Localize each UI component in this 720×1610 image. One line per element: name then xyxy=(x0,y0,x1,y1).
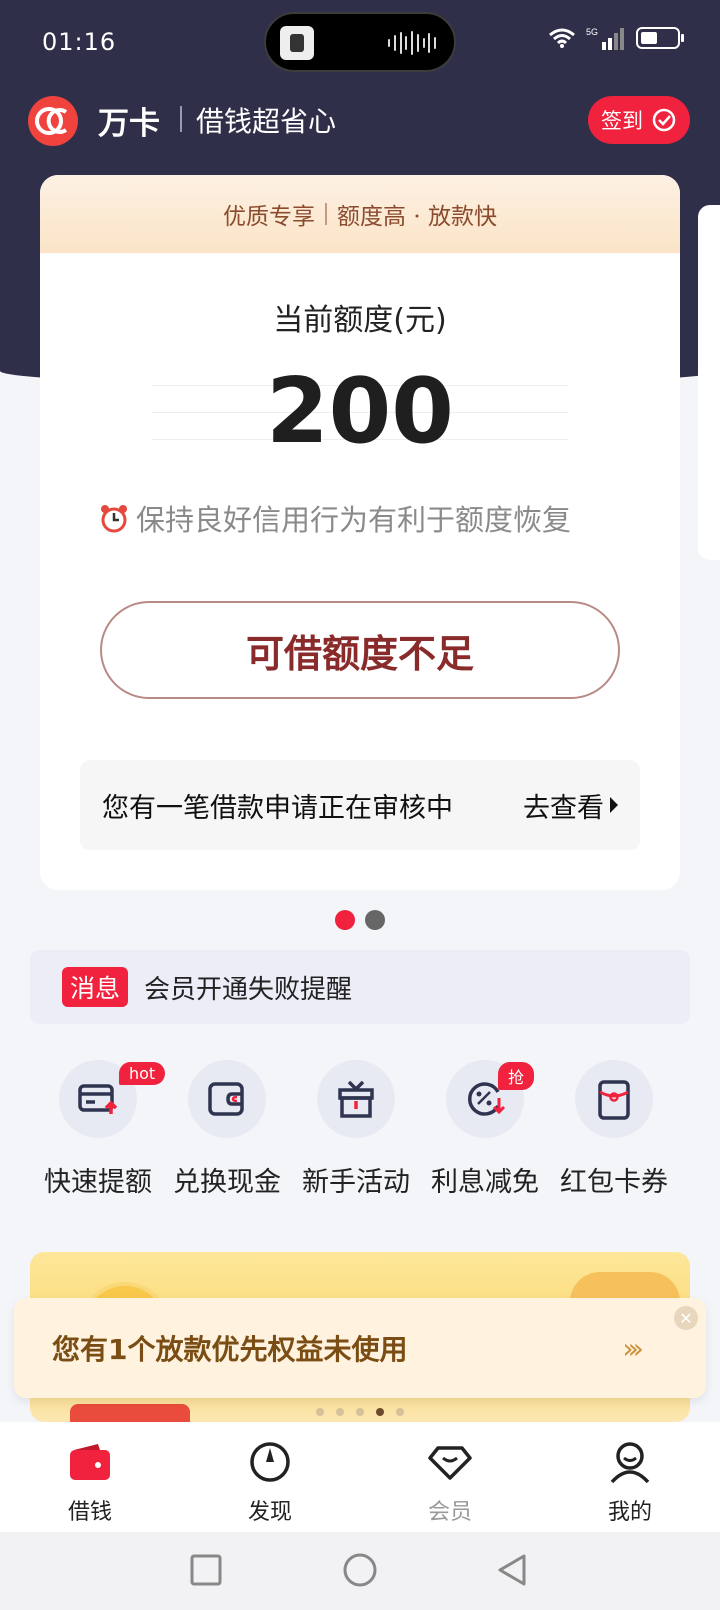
wifi-icon xyxy=(549,28,575,48)
bottom-tab-bar: 借钱 发现 会员 我的 xyxy=(0,1422,720,1532)
recents-square-icon[interactable] xyxy=(188,1552,224,1588)
quick-action-label: 快速提额 xyxy=(44,1167,152,1198)
back-triangle-icon[interactable] xyxy=(494,1552,530,1588)
app-logo-icon xyxy=(28,96,78,146)
quick-action-interest-discount[interactable]: 抢 利息减免 xyxy=(420,1060,550,1200)
pager-dot[interactable] xyxy=(335,910,355,930)
quick-action-coupons[interactable]: 红包卡券 xyxy=(549,1060,679,1200)
next-card-peek[interactable] xyxy=(698,205,720,560)
red-envelope-icon xyxy=(598,1080,630,1120)
check-circle-icon xyxy=(652,108,676,132)
borrow-wallet-icon xyxy=(70,1444,110,1480)
message-text: 会员开通失败提醒 xyxy=(144,974,353,1005)
profile-icon xyxy=(610,1442,650,1484)
promo-dot xyxy=(396,1408,404,1416)
limit-amount: 200 xyxy=(266,359,454,464)
credit-card: 优质专享 额度高 · 放款快 当前额度(元) 200 保持良好信用行为有利于额度… xyxy=(40,175,680,890)
tab-borrow[interactable]: 借钱 xyxy=(0,1422,180,1532)
quick-action-icon-bg xyxy=(575,1060,653,1138)
battery-icon xyxy=(636,27,684,49)
tab-label: 会员 xyxy=(427,1500,472,1525)
borrow-button[interactable]: 可借额度不足 xyxy=(100,601,620,699)
arrow-right-icon xyxy=(610,797,618,813)
message-tag: 消息 xyxy=(62,967,129,1007)
signin-button[interactable]: 签到 xyxy=(588,96,690,144)
alarm-clock-icon xyxy=(101,505,127,533)
app-header: 万卡 借钱超省心 签到 xyxy=(0,90,720,150)
quick-action-newbie[interactable]: 新手活动 xyxy=(291,1060,421,1200)
priority-benefit-bar[interactable]: 您有1个放款优先权益未使用 ››› ✕ xyxy=(14,1298,706,1398)
promo-dot xyxy=(376,1408,384,1416)
status-time: 01:16 xyxy=(42,28,117,56)
banner-left-text: 优质专享 xyxy=(223,204,316,230)
status-bar: 01:16 5G xyxy=(0,0,720,84)
quick-actions: hot 快速提额 兑换现金 新手活动 抢 利息减免 红包卡券 xyxy=(0,1060,720,1200)
quick-action-label: 红包卡券 xyxy=(560,1167,668,1198)
quick-action-label: 新手活动 xyxy=(302,1167,410,1198)
card-up-icon xyxy=(78,1084,118,1114)
gift-icon xyxy=(338,1080,374,1118)
status-icons: 5G xyxy=(548,26,684,50)
diamond-icon xyxy=(428,1446,472,1480)
header-divider xyxy=(180,106,182,132)
compass-icon xyxy=(250,1442,290,1482)
quick-action-icon-bg xyxy=(317,1060,395,1138)
banner-right-text: 额度高 · 放款快 xyxy=(337,204,497,230)
tab-label: 我的 xyxy=(607,1500,652,1525)
quick-action-icon-bg xyxy=(188,1060,266,1138)
chevrons-right-icon: ››› xyxy=(622,1331,643,1365)
network-label: 5G xyxy=(586,27,598,37)
pager-dot[interactable] xyxy=(365,910,385,930)
audio-wave-icon xyxy=(388,30,436,56)
quick-action-label: 兑换现金 xyxy=(173,1167,281,1198)
limit-label: 当前额度(元) xyxy=(273,303,447,338)
grab-badge: 抢 xyxy=(498,1062,535,1090)
wallet-icon xyxy=(208,1082,244,1116)
tab-label: 借钱 xyxy=(67,1500,112,1525)
quick-action-label: 利息减免 xyxy=(431,1167,539,1198)
signal-icon: 5G xyxy=(586,27,624,50)
dynamic-island[interactable] xyxy=(264,12,456,72)
system-nav-bar xyxy=(0,1532,720,1610)
review-link[interactable]: 去查看 xyxy=(523,786,618,825)
close-icon[interactable]: ✕ xyxy=(674,1306,698,1330)
tab-discover[interactable]: 发现 xyxy=(180,1422,360,1532)
hint-text: 保持良好信用行为有利于额度恢复 xyxy=(136,503,572,537)
banner-divider xyxy=(325,203,328,225)
priority-text: 您有1个放款优先权益未使用 xyxy=(52,1333,408,1366)
quick-action-raise-limit[interactable]: hot 快速提额 xyxy=(33,1060,166,1200)
promo-dot xyxy=(356,1408,364,1416)
promo-dot xyxy=(336,1408,344,1416)
review-link-label: 去查看 xyxy=(523,792,604,824)
tab-member[interactable]: 会员 xyxy=(360,1422,540,1532)
tab-profile[interactable]: 我的 xyxy=(540,1422,720,1532)
app-name: 万卡 xyxy=(98,106,160,142)
message-bar[interactable]: 消息 会员开通失败提醒 xyxy=(30,950,690,1024)
media-thumbnail xyxy=(280,26,314,60)
card-pager xyxy=(0,910,720,930)
credit-hint: 保持良好信用行为有利于额度恢复 xyxy=(98,497,571,539)
tab-label: 发现 xyxy=(247,1500,292,1525)
signin-label: 签到 xyxy=(601,109,643,133)
review-notice[interactable]: 您有一笔借款申请正在审核中 去查看 xyxy=(80,760,640,850)
home-circle-icon[interactable] xyxy=(342,1552,378,1588)
review-text: 您有一笔借款申请正在审核中 xyxy=(102,792,453,824)
hot-badge: hot xyxy=(119,1062,166,1085)
promo-dot xyxy=(316,1408,324,1416)
card-banner: 优质专享 额度高 · 放款快 xyxy=(40,175,680,253)
app-slogan: 借钱超省心 xyxy=(196,105,337,138)
quick-action-exchange-cash[interactable]: 兑换现金 xyxy=(162,1060,292,1200)
promo-pager xyxy=(30,1408,690,1416)
